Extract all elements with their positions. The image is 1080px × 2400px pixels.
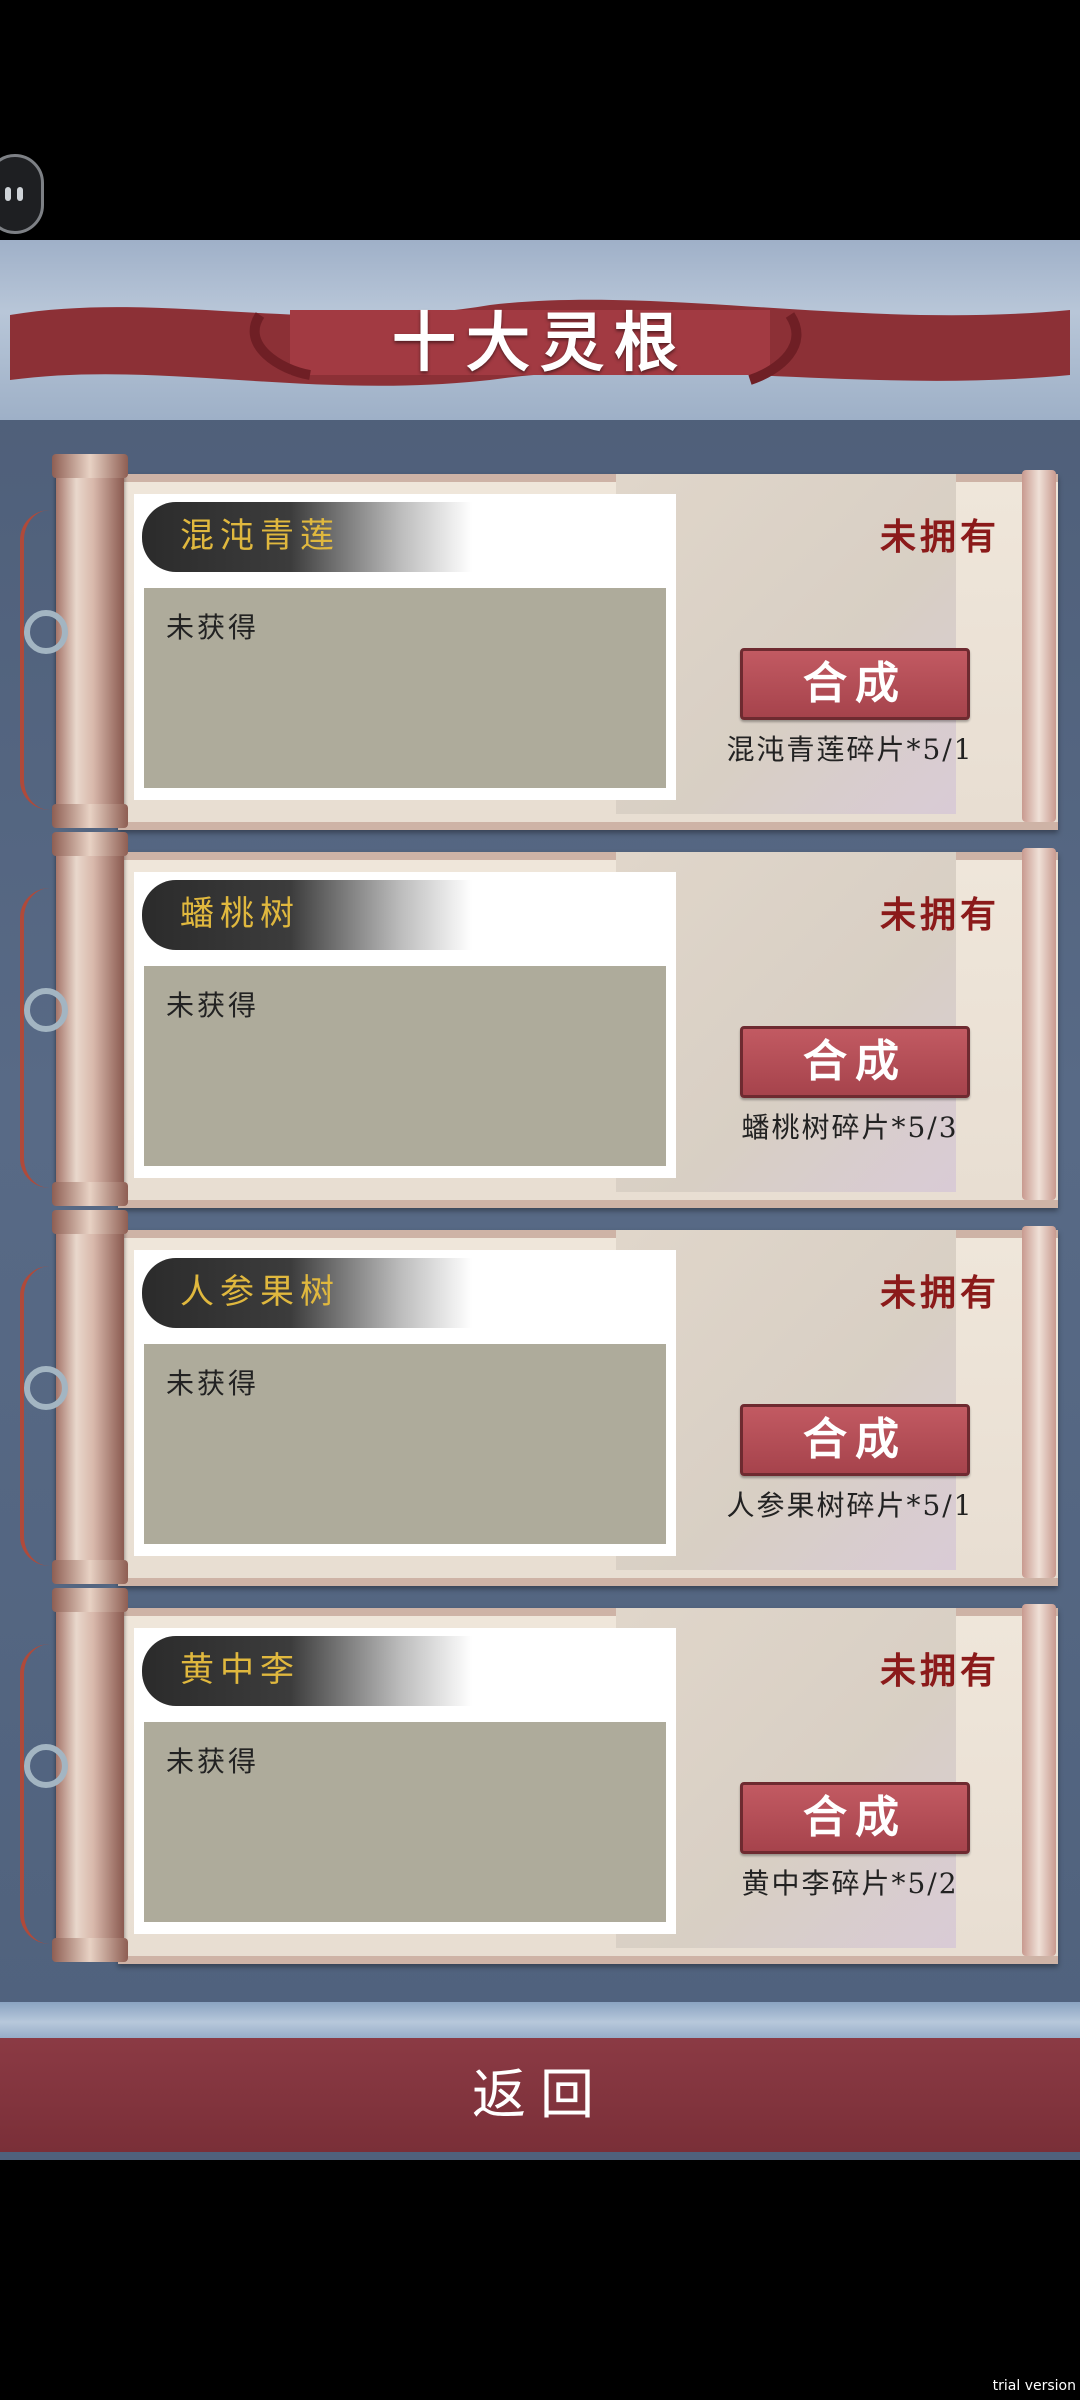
ownership-status: 未拥有 <box>879 1272 1000 1314</box>
page-title: 十大灵根 <box>392 306 688 381</box>
scroll-rod <box>52 454 128 828</box>
fragment-count: 人参果树碎片*5/1 <box>726 1489 974 1522</box>
spirit-root-card: 人参果树 未获得 未拥有 合成 人参果树碎片*5/1 <box>20 1210 1060 1586</box>
scroll-cord <box>20 1266 54 1566</box>
back-button[interactable]: 返回 <box>0 2038 1080 2152</box>
scroll-cord <box>20 1644 54 1944</box>
scroll-rod <box>52 1588 128 1962</box>
scroll-endcap <box>1022 1604 1056 1956</box>
ownership-status: 未拥有 <box>879 894 1000 936</box>
jade-ring-icon <box>24 610 68 654</box>
jade-ring-icon <box>24 988 68 1032</box>
card-name: 黄中李 <box>180 1650 300 1690</box>
wave-decoration <box>0 2002 1080 2042</box>
fragment-count: 蟠桃树碎片*5/3 <box>741 1111 959 1144</box>
compose-button[interactable]: 合成 <box>740 1404 970 1476</box>
floating-assistant-button[interactable] <box>0 154 44 234</box>
compose-button[interactable]: 合成 <box>740 648 970 720</box>
fragment-count: 黄中李碎片*5/2 <box>741 1867 959 1900</box>
info-text: 未获得 <box>166 989 260 1022</box>
fragment-count: 混沌青莲碎片*5/1 <box>726 733 974 766</box>
bottom-area <box>0 2160 1080 2400</box>
compose-button[interactable]: 合成 <box>740 1026 970 1098</box>
scroll-rod <box>52 1210 128 1584</box>
spirit-root-card: 混沌青莲 未获得 未拥有 合成 混沌青莲碎片*5/1 <box>20 454 1060 830</box>
scroll-cord <box>20 510 54 810</box>
info-text: 未获得 <box>166 1745 260 1778</box>
scroll-rod <box>52 832 128 1206</box>
ownership-status: 未拥有 <box>879 1650 1000 1692</box>
info-text: 未获得 <box>166 1367 260 1400</box>
eye-icon <box>17 187 23 201</box>
trial-watermark: trial version <box>992 2378 1076 2394</box>
compose-button[interactable]: 合成 <box>740 1782 970 1854</box>
eye-icon <box>5 187 11 201</box>
spirit-root-card: 蟠桃树 未获得 未拥有 合成 蟠桃树碎片*5/3 <box>20 832 1060 1208</box>
scroll-endcap <box>1022 470 1056 822</box>
card-name: 人参果树 <box>180 1272 340 1312</box>
card-name: 蟠桃树 <box>180 894 300 934</box>
scroll-cord <box>20 888 54 1188</box>
spirit-root-card: 黄中李 未获得 未拥有 合成 黄中李碎片*5/2 <box>20 1588 1060 1964</box>
scroll-endcap <box>1022 1226 1056 1578</box>
card-name: 混沌青莲 <box>180 516 340 556</box>
game-panel: 十大灵根 混沌青莲 未获得 未拥有 合成 混沌青莲碎片*5/1 蟠桃树 未获得 … <box>0 240 1080 2160</box>
jade-ring-icon <box>24 1744 68 1788</box>
top-status-area <box>0 0 1080 240</box>
ownership-status: 未拥有 <box>879 516 1000 558</box>
jade-ring-icon <box>24 1366 68 1410</box>
scroll-endcap <box>1022 848 1056 1200</box>
info-text: 未获得 <box>166 611 260 644</box>
